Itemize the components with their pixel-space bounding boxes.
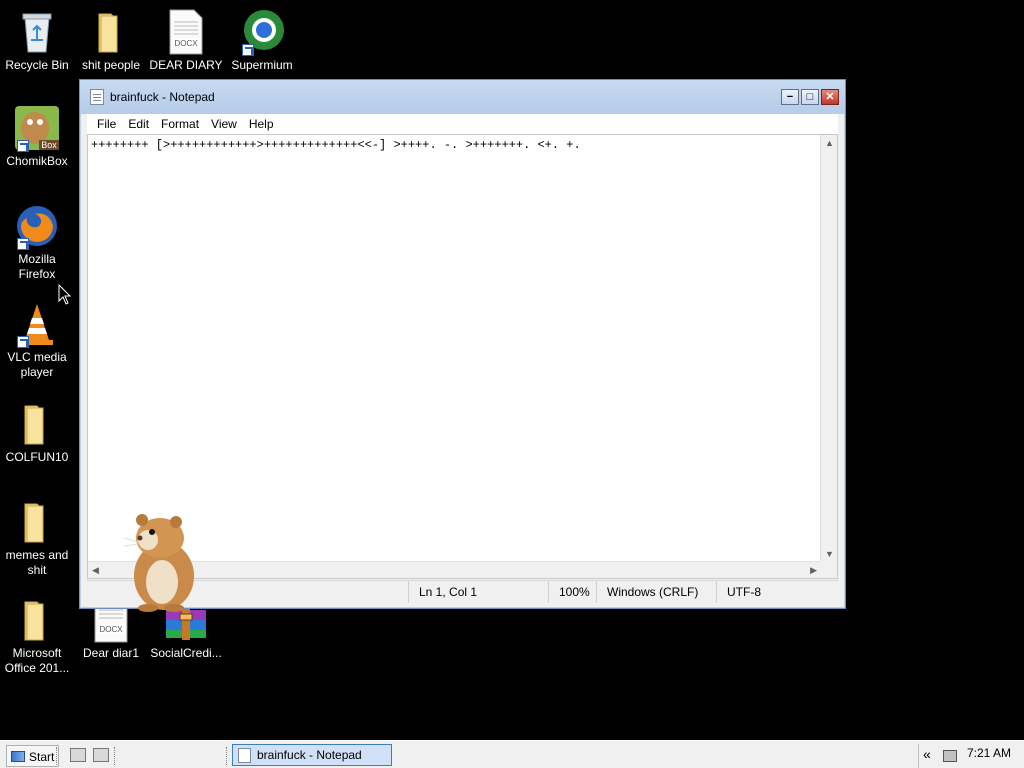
docx-badge: DOCX <box>174 39 198 48</box>
supermium-icon <box>238 8 286 56</box>
menu-bar: File Edit Format View Help <box>87 114 838 134</box>
desktop-icon-folder-colfun10[interactable]: COLFUN10 <box>0 400 74 465</box>
menu-edit[interactable]: Edit <box>122 117 155 131</box>
folder-icon <box>13 498 61 546</box>
desktop-icon-vlc[interactable]: VLC media player <box>0 300 74 380</box>
scroll-right-icon[interactable]: ▶ <box>810 566 817 575</box>
docx-badge: DOCX <box>99 625 123 634</box>
chomikbox-badge: Box <box>41 140 57 150</box>
notepad-titlebar[interactable]: brainfuck - Notepad − □ ✕ <box>80 80 845 114</box>
close-button[interactable]: ✕ <box>821 89 839 105</box>
system-tray: « 7:21 AM <box>918 744 1022 768</box>
desktop-icon-folder-shit-people[interactable]: shit people <box>74 8 148 73</box>
start-label: Start <box>29 750 55 764</box>
desktop-icon-label: shit people <box>81 58 141 72</box>
shortcut-arrow-icon <box>17 336 29 348</box>
desktop-icon-label: Recycle Bin <box>5 58 69 72</box>
desktop-icon-chomikbox[interactable]: Box ChomikBox <box>0 104 74 169</box>
scroll-left-icon[interactable]: ◀ <box>92 566 99 575</box>
desktop-icon-label: COLFUN10 <box>5 450 69 464</box>
desktop-icon-label: Microsoft Office 201... <box>4 646 70 675</box>
tray-clock[interactable]: 7:21 AM <box>967 746 1011 760</box>
folder-icon <box>87 8 135 56</box>
folder-icon <box>13 400 61 448</box>
recycle-bin-icon <box>13 8 61 56</box>
tray-network-icon[interactable] <box>943 750 957 762</box>
taskbar-separator <box>226 747 229 765</box>
vlc-cone-icon <box>13 300 61 348</box>
status-zoom: 100% <box>548 581 590 603</box>
status-cursor-position: Ln 1, Col 1 <box>408 581 477 603</box>
status-line-ending: Windows (CRLF) <box>596 581 698 603</box>
menu-format[interactable]: Format <box>155 117 205 131</box>
maximize-button[interactable]: □ <box>801 89 819 105</box>
taskbar-item-notepad[interactable]: brainfuck - Notepad <box>232 744 392 766</box>
quick-launch-app-icon[interactable] <box>93 748 109 762</box>
scroll-up-icon[interactable]: ▲ <box>825 139 834 148</box>
start-button[interactable]: Start <box>6 745 60 767</box>
editor-content[interactable]: ++++++++ [>++++++++++++>+++++++++++++<<-… <box>91 138 581 152</box>
docx-file-icon: DOCX <box>162 8 210 56</box>
notepad-icon <box>90 89 104 105</box>
desktop-icon-label: Mozilla Firefox <box>18 252 56 281</box>
desktop-icon-recycle-bin[interactable]: Recycle Bin <box>0 8 74 73</box>
hamster-mascot <box>123 514 194 612</box>
shortcut-arrow-icon <box>242 44 254 56</box>
taskbar-separator <box>56 747 59 765</box>
desktop-icon-label: memes and shit <box>5 548 69 577</box>
desktop-icon-label: SocialCredi... <box>150 646 222 660</box>
menu-view[interactable]: View <box>205 117 243 131</box>
taskbar-separator <box>114 747 117 765</box>
menu-file[interactable]: File <box>91 117 122 131</box>
desktop-icon-label: VLC media player <box>7 350 67 379</box>
show-desktop-icon[interactable] <box>70 748 86 762</box>
notepad-icon <box>238 748 251 763</box>
desktop-icon-label: ChomikBox <box>6 154 68 168</box>
desktop-icon-dear-diary[interactable]: DOCX DEAR DIARY <box>149 8 223 73</box>
shortcut-arrow-icon <box>17 238 29 250</box>
shortcut-arrow-icon <box>17 140 29 152</box>
taskbar-item-label: brainfuck - Notepad <box>257 748 362 762</box>
scroll-down-icon[interactable]: ▼ <box>825 550 834 559</box>
desktop-icon-firefox[interactable]: Mozilla Firefox <box>0 202 74 282</box>
desktop-icon-label: Dear diar1 <box>82 646 140 660</box>
start-logo-icon <box>11 751 25 762</box>
desktop-icon-label: Supermium <box>231 58 293 72</box>
desktop-icon-label: DEAR DIARY <box>149 58 223 72</box>
desktop-icon-folder-office[interactable]: Microsoft Office 201... <box>0 596 74 676</box>
desktop-icon-supermium[interactable]: Supermium <box>225 8 299 73</box>
chomikbox-icon: Box <box>13 104 61 152</box>
taskbar: Start brainfuck - Notepad « 7:21 AM <box>0 740 1024 768</box>
scrollbar-corner <box>820 561 837 578</box>
window-title: brainfuck - Notepad <box>110 90 215 104</box>
firefox-icon <box>13 202 61 250</box>
vertical-scrollbar[interactable]: ▲ ▼ <box>820 135 837 563</box>
status-encoding: UTF-8 <box>716 581 761 603</box>
menu-help[interactable]: Help <box>243 117 280 131</box>
folder-icon <box>13 596 61 644</box>
minimize-button[interactable]: − <box>781 89 799 105</box>
mouse-cursor-icon <box>58 284 72 305</box>
desktop-icon-folder-memes[interactable]: memes and shit <box>0 498 74 578</box>
tray-expand-chevron-icon[interactable]: « <box>923 746 931 762</box>
